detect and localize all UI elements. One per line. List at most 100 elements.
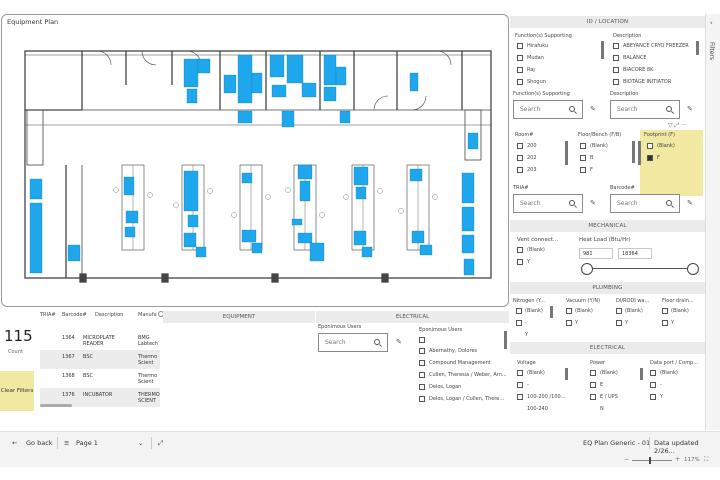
checkbox[interactable] [613, 43, 619, 49]
heat-load-min-input[interactable]: 981 [579, 248, 613, 259]
checkbox[interactable] [419, 360, 425, 366]
checkbox[interactable] [566, 320, 572, 326]
table-row[interactable]: 1368 BSC Thermo Scient [40, 369, 160, 388]
checkbox[interactable] [517, 155, 523, 161]
checkbox[interactable] [580, 155, 586, 161]
checkbox[interactable] [517, 394, 523, 400]
tria-search-input[interactable]: Search [513, 194, 583, 213]
visual-header-icons[interactable]: ▽ ⤢ ··· [668, 122, 687, 130]
zoom-out-icon[interactable]: − [624, 456, 629, 463]
checkbox[interactable] [662, 308, 668, 314]
page-selector[interactable]: Page 1 [76, 439, 98, 447]
func-supporting-search-input[interactable]: Search [513, 100, 583, 119]
list-item[interactable]: Shogun [527, 79, 546, 85]
checkbox[interactable] [419, 396, 425, 402]
checkbox[interactable] [517, 67, 523, 73]
list-item[interactable]: Hirafuku [527, 43, 548, 49]
list-item[interactable]: 100-200 /100... [527, 394, 565, 400]
zoom-in-icon[interactable]: + [675, 456, 680, 463]
checkbox[interactable] [650, 382, 656, 388]
list-scrollbar[interactable] [504, 331, 507, 349]
list-item[interactable]: B [590, 155, 593, 161]
list-item[interactable]: 202 [527, 155, 537, 161]
heat-load-max-input[interactable]: 18364 [618, 248, 652, 259]
list-item[interactable]: Y [527, 259, 530, 265]
checkbox[interactable] [566, 308, 572, 314]
floor-plan-svg[interactable] [2, 15, 509, 307]
equipment-table[interactable]: TRIA# Barcode# Description Manufa 1364 M… [40, 310, 160, 410]
list-scrollbar[interactable] [550, 306, 553, 318]
list-item[interactable]: Mudan [527, 55, 544, 61]
checkbox[interactable] [580, 143, 586, 149]
checkbox[interactable] [517, 143, 523, 149]
eraser-icon[interactable]: ✎ [590, 199, 596, 207]
fit-page-icon[interactable]: ⛶ [704, 456, 708, 464]
table-scrollbar[interactable] [40, 404, 72, 407]
list-item[interactable]: Delos, Logan / Cullen, There... [429, 396, 504, 402]
checkbox[interactable] [616, 320, 622, 326]
barcode-search-input[interactable]: Search [610, 194, 680, 213]
clear-filters-button[interactable]: Clear Filters [0, 371, 34, 411]
table-row[interactable]: 1364 MICROPLATE READER BMG Labtech [40, 331, 160, 350]
col-header-barcode[interactable]: Barcode# [62, 312, 87, 318]
list-item[interactable]: (Blank) [657, 143, 675, 149]
checkbox[interactable] [517, 55, 523, 61]
heat-load-slider-min-handle[interactable] [581, 263, 593, 275]
list-item[interactable]: (Blank) [527, 247, 545, 253]
checkbox[interactable] [419, 337, 425, 343]
back-arrow-icon[interactable]: ← [12, 439, 17, 447]
list-item[interactable]: - [525, 320, 527, 326]
checkbox[interactable] [516, 320, 522, 326]
checkbox[interactable] [517, 370, 523, 376]
list-item[interactable]: - [660, 382, 662, 388]
col-header-manufacturer[interactable]: Manufa [138, 312, 157, 318]
checkbox[interactable] [662, 320, 668, 326]
checkbox[interactable] [647, 143, 653, 149]
list-item[interactable]: Y [671, 320, 674, 326]
list-item[interactable]: Delos, Logan [429, 384, 461, 390]
list-item[interactable]: E / UPS [600, 394, 618, 400]
checkbox[interactable] [616, 308, 622, 314]
chevron-down-icon[interactable]: ⌄ [138, 439, 143, 447]
page-list-icon[interactable]: ≡ [64, 439, 69, 447]
list-item[interactable]: ABEYANCE CRYO FREEZER [623, 43, 689, 49]
list-scrollbar[interactable] [565, 141, 568, 165]
list-item[interactable]: F [590, 167, 593, 173]
checkbox[interactable] [590, 394, 596, 400]
checkbox[interactable] [517, 259, 523, 265]
list-item[interactable]: 100-240 [527, 406, 548, 412]
zoom-slider[interactable] [632, 460, 672, 461]
checkbox[interactable] [517, 247, 523, 253]
eraser-icon[interactable]: ✎ [590, 105, 596, 113]
checkbox[interactable] [650, 394, 656, 400]
checkbox[interactable] [580, 167, 586, 173]
eponymous-search-input[interactable]: Search [318, 333, 388, 352]
list-item[interactable]: (Blank) [660, 370, 678, 376]
heat-load-slider-track[interactable] [587, 268, 693, 269]
checkbox[interactable] [419, 384, 425, 390]
list-item[interactable]: (Blank) [590, 143, 608, 149]
filters-pane-collapsed[interactable]: ‹ Filters [705, 14, 720, 430]
list-item[interactable]: Y [660, 394, 663, 400]
list-item[interactable]: Abernathy, Dolores [429, 348, 477, 354]
list-item[interactable]: Y [625, 320, 628, 326]
checkbox[interactable] [613, 67, 619, 73]
list-item[interactable]: - [527, 382, 529, 388]
equipment-plan-visual[interactable]: Equipment Plan [1, 14, 509, 307]
checkbox[interactable] [590, 370, 596, 376]
list-item[interactable]: Y [525, 332, 528, 338]
list-scrollbar[interactable] [638, 141, 641, 165]
list-item[interactable]: (Blank) [625, 308, 643, 314]
list-scrollbar[interactable] [640, 368, 643, 380]
checkbox[interactable] [613, 55, 619, 61]
list-item[interactable]: Compound Management [429, 360, 491, 366]
list-item[interactable]: Y [575, 320, 578, 326]
list-item[interactable]: (Blank) [600, 370, 618, 376]
list-item[interactable]: 200 [527, 143, 537, 149]
col-header-description[interactable]: Description [95, 312, 123, 318]
list-item[interactable]: BIOTAGE INITIATOR [623, 79, 671, 85]
expand-icon[interactable]: ⤢ [158, 439, 163, 448]
eraser-icon[interactable]: ✎ [396, 338, 402, 346]
list-item[interactable]: BALANCE [623, 55, 647, 61]
list-item[interactable]: 203 [527, 167, 537, 173]
